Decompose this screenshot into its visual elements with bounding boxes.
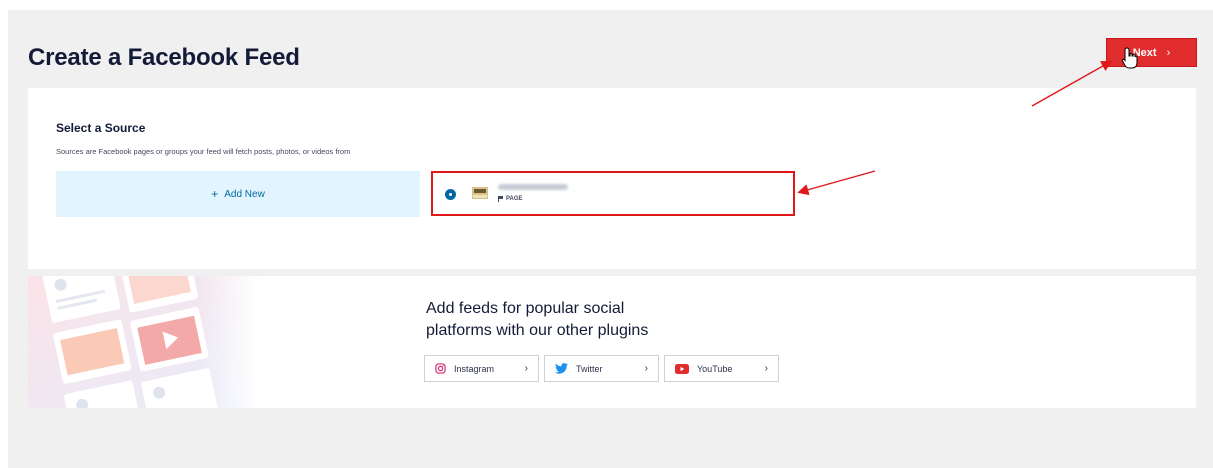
next-button-label: Next bbox=[1132, 46, 1157, 59]
select-source-card: Select a Source Sources are Facebook pag… bbox=[28, 88, 1196, 269]
page-title: Create a Facebook Feed bbox=[28, 44, 300, 71]
promo-title: Add feeds for popular social platforms w… bbox=[426, 298, 746, 342]
youtube-plugin-button[interactable]: YouTube › bbox=[664, 355, 779, 382]
chevron-right-icon: › bbox=[764, 363, 768, 374]
select-source-title: Select a Source bbox=[56, 121, 146, 135]
add-new-label: Add New bbox=[224, 188, 265, 200]
source-avatar bbox=[472, 187, 488, 199]
instagram-icon bbox=[435, 363, 446, 374]
promo-illustration bbox=[28, 276, 258, 408]
add-new-source-button[interactable]: + Add New bbox=[56, 171, 420, 217]
twitter-icon bbox=[555, 363, 568, 374]
radio-selected-icon[interactable] bbox=[445, 189, 456, 200]
plus-icon: + bbox=[211, 187, 219, 201]
twitter-label: Twitter bbox=[576, 363, 603, 374]
chevron-right-icon: › bbox=[1166, 46, 1171, 59]
flag-icon bbox=[498, 196, 503, 202]
select-source-description: Sources are Facebook pages or groups you… bbox=[56, 147, 351, 156]
next-button[interactable]: Next › bbox=[1106, 38, 1197, 67]
source-type: PAGE bbox=[498, 196, 523, 202]
source-name-redacted bbox=[498, 184, 568, 190]
instagram-label: Instagram bbox=[454, 363, 495, 374]
youtube-icon bbox=[675, 363, 689, 374]
instagram-plugin-button[interactable]: Instagram › bbox=[424, 355, 539, 382]
youtube-label: YouTube bbox=[697, 363, 733, 374]
chevron-right-icon: › bbox=[644, 363, 648, 374]
plugins-promo-card: Add feeds for popular social platforms w… bbox=[28, 276, 1196, 408]
source-type-label: PAGE bbox=[506, 196, 523, 202]
twitter-plugin-button[interactable]: Twitter › bbox=[544, 355, 659, 382]
promo-title-line-2: platforms with our other plugins bbox=[426, 322, 649, 339]
promo-title-line-1: Add feeds for popular social bbox=[426, 300, 625, 317]
chevron-right-icon: › bbox=[524, 363, 528, 374]
source-item-selected[interactable]: PAGE bbox=[431, 171, 795, 216]
